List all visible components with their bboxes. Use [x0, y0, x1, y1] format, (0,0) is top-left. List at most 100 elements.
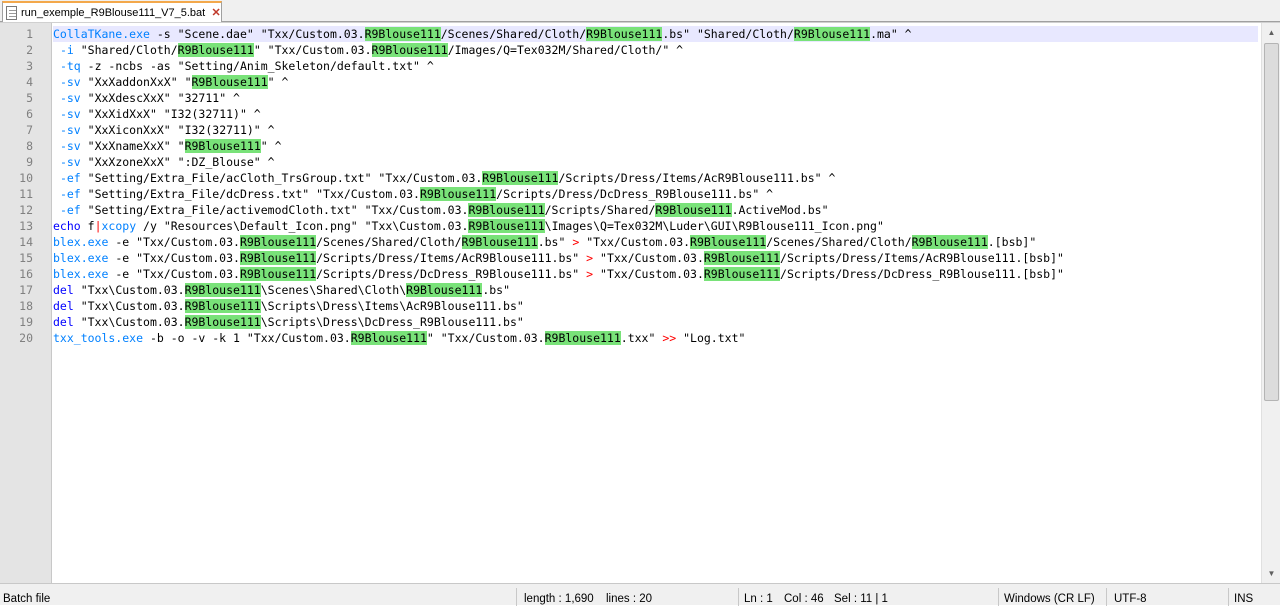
scroll-up-arrow-icon[interactable]: ▲	[1263, 24, 1280, 41]
code-token: -sv	[59, 123, 81, 137]
code-line[interactable]: blex.exe -e "Txx/Custom.03.R9Blouse111/S…	[53, 266, 1258, 282]
search-highlight: R9Blouse111	[184, 139, 261, 153]
line-number: 1	[26, 27, 33, 41]
code-token: /Scripts/Dress/DcDress_R9Blouse111.[bsb]…	[780, 267, 1064, 281]
code-token: "Setting/Extra_File/dcDress.txt" "Txx/Cu…	[80, 187, 420, 201]
code-token: blex.exe	[53, 251, 109, 265]
line-number: 9	[26, 155, 33, 169]
file-tab[interactable]: run_exemple_R9Blouse111_V7_5.bat ✕	[2, 1, 222, 22]
code-line[interactable]: -sv "XxXnameXxX" "R9Blouse111" ^	[53, 138, 1258, 154]
search-highlight: R9Blouse111	[703, 251, 781, 265]
scroll-down-arrow-icon[interactable]: ▼	[1263, 565, 1280, 582]
editor-area[interactable]: 1 2 3 4 5 6 7 8 9 10 11 12 13 14 15 16 17 18 19 20 CollaTKa…	[0, 22, 1280, 583]
code-line[interactable]: blex.exe -e "Txx/Custom.03.R9Blouse111/S…	[53, 234, 1258, 250]
code-token: "Txx\Custom.03.	[73, 283, 185, 297]
code-token: "Txx/Custom.03.	[593, 251, 704, 265]
code-token: "XxXidXxX" "I32(32711)" ^	[80, 107, 261, 121]
code-token: -e "Txx/Custom.03.	[108, 267, 240, 281]
search-highlight: R9Blouse111	[655, 203, 732, 217]
status-bar: Batch file length : 1,690 lines : 20 Ln …	[0, 583, 1280, 606]
code-line[interactable]: -sv "XxXiconXxX" "I32(32711)" ^	[53, 122, 1258, 138]
line-number: 17	[19, 283, 33, 297]
code-line[interactable]: del "Txx\Custom.03.R9Blouse111\Scenes\Sh…	[53, 282, 1258, 298]
status-divider	[1106, 588, 1107, 606]
code-token: "XxXaddonXxX" "	[80, 75, 192, 89]
code-line[interactable]: -sv "XxXidXxX" "I32(32711)" ^	[53, 106, 1258, 122]
line-number: 20	[19, 331, 33, 345]
code-line[interactable]: -i "Shared/Cloth/R9Blouse111" "Txx/Custo…	[53, 42, 1258, 58]
code-token: -sv	[59, 91, 81, 105]
code-token: .[bsb]"	[987, 235, 1037, 249]
status-divider	[998, 588, 999, 606]
code-line[interactable]: txx_tools.exe -b -o -v -k 1 "Txx/Custom.…	[53, 330, 1258, 346]
code-token: " ^	[260, 139, 282, 153]
code-line[interactable]: -sv "XxXaddonXxX" "R9Blouse111" ^	[53, 74, 1258, 90]
eol-format-label[interactable]: Windows (CR LF)	[1004, 593, 1095, 605]
close-icon[interactable]: ✕	[211, 7, 221, 19]
code-line[interactable]: -ef "Setting/Extra_File/acCloth_TrsGroup…	[53, 170, 1258, 186]
code-view[interactable]: CollaTKane.exe -s "Scene.dae" "Txx/Custo…	[53, 23, 1260, 583]
code-token: /Scripts/Dress/DcDress_R9Blouse111.bs"	[316, 267, 587, 281]
code-line[interactable]: blex.exe -e "Txx/Custom.03. R9Blouse111/S…	[53, 250, 1258, 266]
code-token: " ^	[267, 75, 289, 89]
search-highlight: R9Blouse111	[191, 75, 268, 89]
search-highlight: R9Blouse111	[184, 299, 261, 313]
encoding-label[interactable]: UTF-8	[1114, 593, 1147, 605]
line-number: 19	[19, 315, 33, 329]
code-line[interactable]: -ef "Setting/Extra_File/activemodCloth.t…	[53, 202, 1258, 218]
line-number: 14	[19, 235, 33, 249]
code-token: " "Txx/Custom.03.	[253, 43, 372, 57]
code-token: -ef	[59, 187, 81, 201]
search-highlight: R9Blouse111	[793, 27, 871, 41]
search-highlight: R9Blouse111	[586, 27, 663, 41]
code-token: -z -ncbs -as "Setting/Anim_Skeleton/defa…	[80, 59, 434, 73]
code-token: "Txx\Custom.03.	[73, 315, 185, 329]
line-number: 2	[26, 43, 33, 57]
code-token: del	[53, 315, 74, 329]
code-line[interactable]: -sv "XxXdescXxX" "32711" ^	[53, 90, 1258, 106]
code-token: /Scenes/Shared/Cloth/	[766, 235, 912, 249]
code-token: >>	[662, 331, 677, 345]
code-token: /Scripts/Dress/Items/AcR9Blouse111.bs" ^	[558, 171, 836, 185]
code-token: -i	[59, 43, 74, 57]
code-token: xcopy	[101, 219, 137, 233]
code-token: -e "Txx/Custom.03.	[108, 251, 240, 265]
code-token: /Scenes/Shared/Cloth/	[440, 27, 587, 41]
status-divider	[1228, 588, 1229, 606]
code-token: "Txx/Custom.03.	[579, 235, 691, 249]
status-divider	[738, 588, 739, 606]
code-token: .txx"	[620, 331, 663, 345]
code-token: .ma" ^	[870, 27, 912, 41]
code-line[interactable]: -ef "Setting/Extra_File/dcDress.txt" "Tx…	[53, 186, 1258, 202]
code-line[interactable]: del "Txx\Custom.03.R9Blouse111\Scripts\D…	[53, 314, 1258, 330]
code-token: CollaTKane.exe	[53, 27, 150, 41]
code-line[interactable]: echo f|xcopy /y "Resources\Default_Icon.…	[53, 218, 1258, 234]
scrollbar-thumb[interactable]	[1264, 43, 1279, 401]
code-token: echo	[53, 219, 81, 233]
insert-mode-label[interactable]: INS	[1234, 593, 1253, 605]
line-number: 8	[26, 139, 33, 153]
code-token: "Txx\Custom.03.	[73, 299, 185, 313]
search-highlight: R9Blouse111	[364, 27, 441, 41]
code-token: "Setting/Extra_File/activemodCloth.txt" …	[80, 203, 469, 217]
code-line[interactable]: del "Txx\Custom.03.R9Blouse111\Scripts\D…	[53, 298, 1258, 314]
search-highlight: R9Blouse111	[184, 315, 261, 329]
line-number: 6	[26, 107, 33, 121]
code-line[interactable]: -tq -z -ncbs -as "Setting/Anim_Skeleton/…	[53, 58, 1258, 74]
code-token: /Scripts/Dress/DcDress_R9Blouse111.bs" ^	[496, 187, 774, 201]
search-highlight: R9Blouse111	[184, 283, 261, 297]
code-line[interactable]: -sv "XxXzoneXxX" ":DZ_Blouse" ^	[53, 154, 1258, 170]
code-token: "Shared/Cloth/	[73, 43, 178, 57]
code-token: /Scripts/Dress/Items/AcR9Blouse111.bs"	[316, 251, 587, 265]
line-number: 13	[19, 219, 33, 233]
tab-label: run_exemple_R9Blouse111_V7_5.bat	[20, 6, 206, 19]
code-token: -sv	[59, 75, 81, 89]
line-number: 3	[26, 59, 33, 73]
vertical-scrollbar[interactable]: ▲ ▼	[1261, 23, 1280, 583]
code-token: -e "Txx/Custom.03.	[108, 235, 240, 249]
search-highlight: R9Blouse111	[690, 235, 767, 249]
code-line[interactable]: CollaTKane.exe -s "Scene.dae" "Txx/Custo…	[53, 26, 1258, 42]
